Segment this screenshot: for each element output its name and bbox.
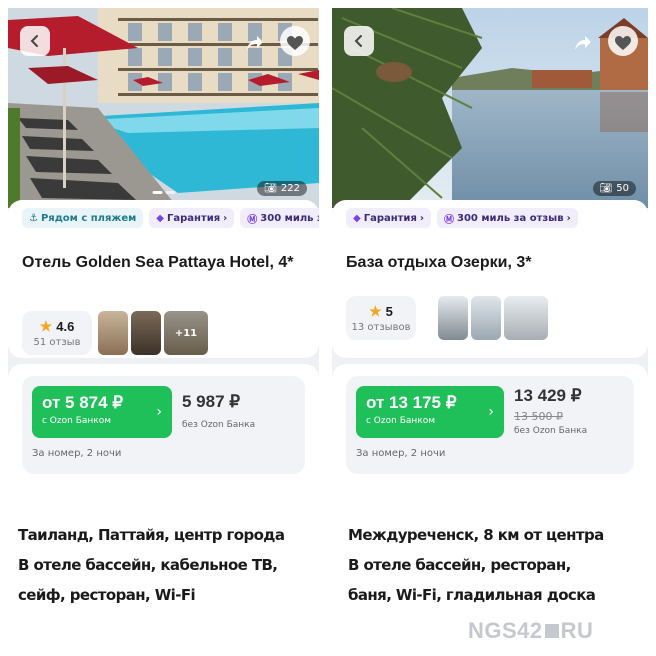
camera-icon: 📷︎ (599, 183, 613, 194)
caption-left: Таиланд, Паттайя, центр города В отеле б… (18, 520, 323, 610)
star-icon: ★ (39, 318, 53, 334)
tag-near-beach[interactable]: ⚓ Рядом с пляжем (22, 208, 144, 228)
caption-line: сейф, ресторан, Wi-Fi (18, 586, 196, 604)
photo-count-value: 50 (616, 183, 629, 194)
hotel-title[interactable]: Отель Golden Sea Pattaya Hotel, 4* (22, 252, 309, 273)
camera-icon: 📷︎ (264, 183, 277, 194)
chevron-right-icon: › (419, 212, 424, 224)
chevron-left-icon (30, 35, 38, 47)
hotel-card-golden-sea[interactable]: 📷︎ 222 ⚓ Рядом с пляжем ◆ Гарантия › Ⓜ 3… (8, 8, 319, 492)
photo-pager (152, 191, 175, 194)
star-icon: ★ (369, 303, 382, 319)
chevron-right-icon: › (156, 404, 162, 420)
review-photo-thumb[interactable] (471, 296, 501, 340)
rating-value: 5 (385, 304, 393, 319)
chevron-left-icon (354, 35, 362, 47)
shield-icon: ◆ (353, 212, 361, 224)
logo-text-left: NGS42 (468, 618, 543, 643)
tag-miles[interactable]: Ⓜ 300 миль за отзы (240, 208, 319, 228)
hotel-photo-pool[interactable]: 📷︎ 222 (8, 8, 319, 208)
price-without-ozon: 13 429 ₽ (514, 386, 582, 405)
tag-guarantee[interactable]: ◆ Гарантия › (149, 208, 235, 228)
photo-count-badge[interactable]: 📷︎ 50 (592, 181, 636, 196)
hotel-photo-lake[interactable]: 📷︎ 50 (332, 8, 648, 208)
price-with-ozon: от 13 175 ₽ (366, 393, 457, 412)
more-photos-count: +11 (164, 311, 208, 355)
photo-count-badge[interactable]: 📷︎ 222 (257, 181, 307, 196)
tag-miles[interactable]: Ⓜ 300 миль за отзыв › (437, 208, 578, 228)
price-without-ozon-note: без Ozon Банка (182, 420, 256, 430)
logo-square (544, 624, 559, 638)
hotel-title[interactable]: База отдыха Озерки, 3* (346, 252, 638, 273)
tag-guarantee[interactable]: ◆ Гарантия › (346, 208, 431, 228)
price-with-ozon: от 5 874 ₽ (42, 393, 124, 412)
caption-line: В отеле бассейн, кабельное ТВ, (18, 556, 278, 574)
rating-value: 4.6 (56, 319, 75, 334)
price-period: За номер, 2 ночи (32, 448, 122, 459)
rating-box[interactable]: ★ 5 13 отзывов (346, 296, 416, 340)
photo-count-value: 222 (280, 183, 300, 194)
share-icon[interactable] (244, 32, 266, 54)
review-photos[interactable]: +11 (98, 311, 208, 355)
back-button[interactable] (20, 26, 50, 56)
caption-line: баня, Wi-Fi, гладильная доска (348, 586, 596, 604)
price-without-ozon: 5 987 ₽ (182, 392, 241, 411)
caption-line: В отеле бассейн, ресторан, (348, 556, 571, 574)
price-box: от 13 175 ₽ с Ozon Банком › 13 429 ₽ 13 … (346, 376, 634, 474)
review-photo-thumb[interactable] (504, 296, 548, 340)
miles-icon: Ⓜ (247, 214, 258, 226)
caption-line: Таиланд, Паттайя, центр города (18, 526, 285, 544)
heart-icon (284, 32, 306, 54)
price-with-ozon-note: с Ozon Банком (366, 416, 435, 426)
heart-icon (612, 32, 634, 54)
shield-icon: ◆ (156, 212, 164, 224)
caption-line: Междуреченск, 8 км от центра (348, 526, 604, 544)
price-panel: от 13 175 ₽ с Ozon Банком › 13 429 ₽ 13 … (332, 364, 648, 492)
beach-icon: ⚓ (29, 212, 38, 224)
miles-icon: Ⓜ (444, 214, 454, 226)
back-button[interactable] (344, 26, 374, 56)
tag-label: Гарантия (363, 212, 417, 224)
ozon-bank-price-button[interactable]: от 13 175 ₽ с Ozon Банком › (356, 386, 504, 438)
review-photo-thumb[interactable] (98, 311, 128, 355)
hotel-info: ◆ Гарантия › Ⓜ 300 миль за отзыв › База … (332, 200, 648, 358)
tag-row: ⚓ Рядом с пляжем ◆ Гарантия › Ⓜ 300 миль… (22, 208, 319, 228)
review-photo-thumb[interactable]: +11 (164, 311, 208, 355)
chevron-right-icon: › (223, 212, 228, 224)
review-photos[interactable] (438, 296, 548, 340)
tag-label: Гарантия (167, 212, 221, 224)
old-price: 13 500 ₽ (514, 410, 563, 423)
price-without-ozon-note: без Ozon Банка (514, 426, 588, 436)
logo-text-right: RU (560, 618, 594, 643)
ozon-bank-price-button[interactable]: от 5 874 ₽ с Ozon Банком › (32, 386, 172, 438)
tag-label: 300 миль за отзы (260, 212, 319, 224)
review-count: 13 отзывов (351, 322, 411, 333)
review-photo-thumb[interactable] (131, 311, 161, 355)
hotel-card-ozerki[interactable]: 📷︎ 50 ◆ Гарантия › Ⓜ 300 миль за отзыв ›… (332, 8, 648, 492)
review-photo-thumb[interactable] (438, 296, 468, 340)
tag-label: 300 миль за отзыв (457, 212, 564, 224)
chevron-right-icon: › (488, 404, 494, 420)
ngs42-logo: NGS42 RU (468, 618, 593, 644)
tag-label: Рядом с пляжем (40, 212, 137, 224)
price-with-ozon-note: с Ozon Банком (42, 416, 111, 426)
hotel-info: ⚓ Рядом с пляжем ◆ Гарантия › Ⓜ 300 миль… (8, 200, 319, 358)
chevron-right-icon: › (566, 212, 571, 224)
price-panel: от 5 874 ₽ с Ozon Банком › 5 987 ₽ без O… (8, 364, 319, 492)
price-box: от 5 874 ₽ с Ozon Банком › 5 987 ₽ без O… (22, 376, 305, 474)
caption-right: Междуреченск, 8 км от центра В отеле бас… (348, 520, 648, 610)
rating-box[interactable]: ★ 4.6 51 отзыв (22, 311, 92, 355)
share-icon[interactable] (572, 32, 594, 54)
price-period: За номер, 2 ночи (356, 448, 446, 459)
review-count: 51 отзыв (33, 337, 81, 348)
tag-row: ◆ Гарантия › Ⓜ 300 миль за отзыв › (346, 208, 578, 228)
